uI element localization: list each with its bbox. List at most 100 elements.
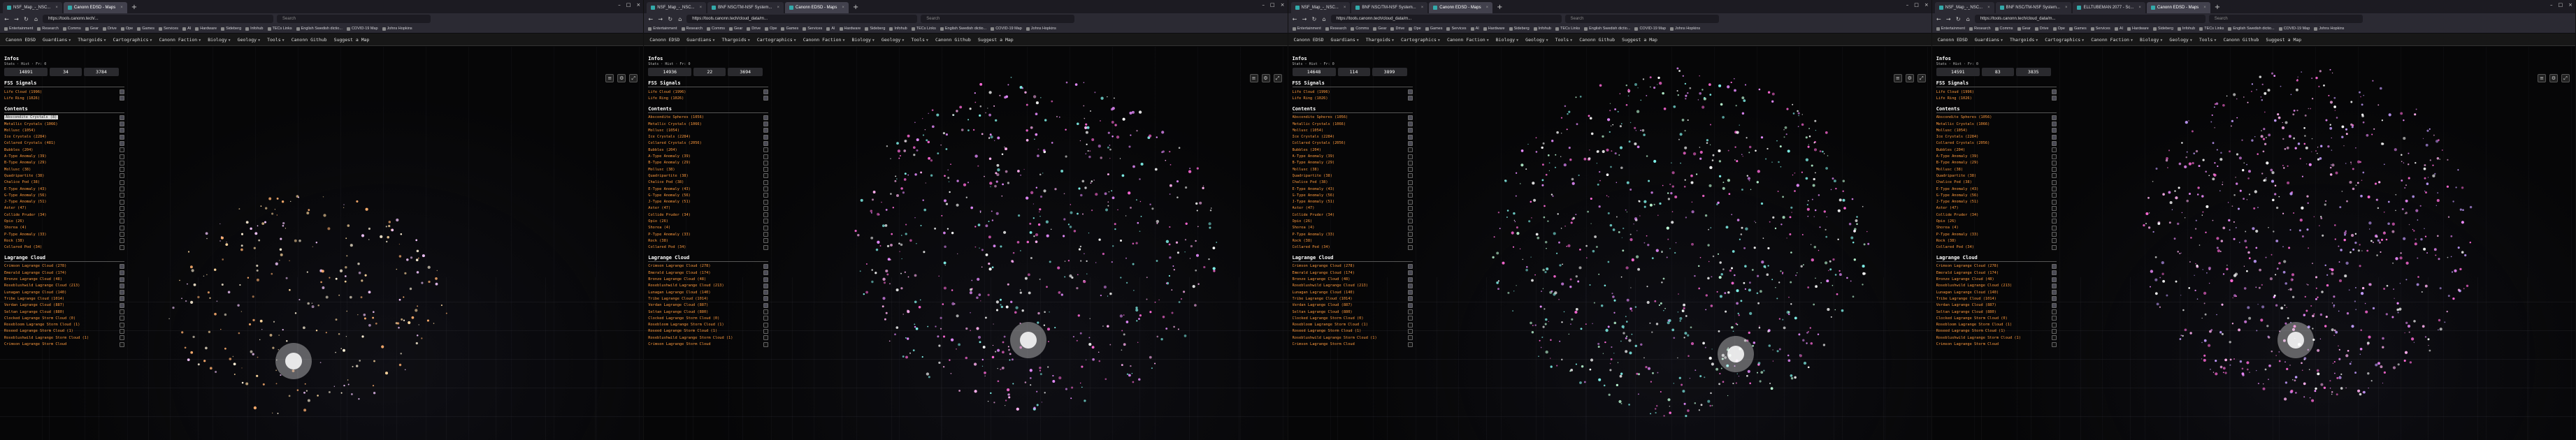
contents-row[interactable]: Chalice Pod (38) <box>1293 179 1413 186</box>
contents-checkbox[interactable] <box>2051 225 2057 230</box>
lagrange-row[interactable]: Lunagan Lagrange Cloud (140) <box>1936 289 2057 295</box>
contents-checkbox[interactable] <box>2051 128 2057 133</box>
contents-row[interactable]: Ice Crystals (2284) <box>4 133 124 140</box>
contents-row[interactable]: J-Type Anomaly (51) <box>1293 198 1413 205</box>
contents-row[interactable]: P-Type Anomaly (33) <box>4 231 124 237</box>
app-nav-item[interactable]: Guardians ▼ <box>1975 37 2003 43</box>
contents-checkbox[interactable] <box>120 238 124 244</box>
contents-checkbox[interactable] <box>2051 193 2057 198</box>
contents-row[interactable]: E-Type Anomaly (43) <box>1293 186 1413 192</box>
contents-checkbox[interactable] <box>763 225 769 230</box>
app-nav-item[interactable]: Canonn Faction ▼ <box>1447 37 1489 43</box>
bookmark-item[interactable]: COVID-19 Map <box>991 27 1022 31</box>
contents-checkbox[interactable] <box>1407 244 1413 250</box>
contents-checkbox[interactable] <box>1407 115 1413 120</box>
lagrange-row[interactable]: Roseblushwild Lagrange Cloud (213) <box>4 283 124 289</box>
lagrange-row[interactable]: Clocked Lagrange Storm Cloud (0) <box>1293 315 1413 321</box>
lagrange-checkbox[interactable] <box>763 270 769 276</box>
lagrange-checkbox[interactable] <box>1407 316 1413 321</box>
app-nav-item[interactable]: Biology ▼ <box>2140 37 2162 43</box>
bookmark-item[interactable]: Drive <box>102 27 117 31</box>
close-icon[interactable]: × <box>1486 2 1489 13</box>
app-nav-item[interactable]: Canonn EDSD <box>1294 37 1324 43</box>
contents-row[interactable]: Mollusc (1054) <box>1936 127 2057 133</box>
contents-checkbox[interactable] <box>1407 212 1413 218</box>
bookmark-item[interactable]: TECs Links <box>1555 27 1580 31</box>
app-nav-item[interactable]: Thargoids ▼ <box>722 37 750 43</box>
lagrange-checkbox[interactable] <box>2051 322 2057 328</box>
contents-checkbox[interactable] <box>120 154 124 159</box>
bookmark-item[interactable]: Research <box>1969 27 1991 31</box>
contents-row[interactable]: Metallic Crystals (1066) <box>648 121 769 127</box>
app-nav-item[interactable]: Biology ▼ <box>208 37 230 43</box>
bookmark-item[interactable]: Research <box>681 27 703 31</box>
app-nav-item[interactable]: Thargoids ▼ <box>2010 37 2038 43</box>
contents-row[interactable]: Abscondite Spheres (1056) <box>648 115 769 121</box>
contents-row[interactable]: Shorea (4) <box>4 225 124 231</box>
fss-checkbox[interactable] <box>120 89 124 95</box>
contents-row[interactable]: Ice Crystals (2284) <box>648 133 769 140</box>
browser-tab[interactable]: Canonn EDSD - Maps × <box>63 2 127 13</box>
bookmark-item[interactable]: Drive <box>1390 27 1404 31</box>
contents-row[interactable]: Abscondite Crystals (8) <box>4 115 124 121</box>
search-input[interactable]: Search <box>1564 15 1719 23</box>
browser-tab[interactable]: NSF_Map_-_NSC... × <box>647 2 707 13</box>
contents-row[interactable]: B-Type Anomaly (29) <box>1293 160 1413 166</box>
lagrange-row[interactable]: Crimson Lagrange Storm Cloud <box>1936 341 2057 347</box>
contents-row[interactable]: A-Type Anomaly (39) <box>4 153 124 159</box>
contents-checkbox[interactable] <box>763 134 769 140</box>
contents-row[interactable]: Abscondite Spheres (1056) <box>1936 115 2057 121</box>
lagrange-checkbox[interactable] <box>2051 316 2057 321</box>
settings-icon[interactable]: ⚙ <box>1261 74 1270 82</box>
close-window-icon[interactable]: × <box>636 2 640 8</box>
fullscreen-icon[interactable]: ⤢ <box>1273 74 1282 82</box>
contents-checkbox[interactable] <box>2051 140 2057 146</box>
contents-row[interactable]: G-Type Anomaly (56) <box>4 192 124 198</box>
reload-icon[interactable]: ↻ <box>1955 16 1962 22</box>
contents-checkbox[interactable] <box>763 244 769 250</box>
fss-checkbox[interactable] <box>1407 96 1413 101</box>
bookmark-item[interactable]: Hardware <box>195 27 217 31</box>
contents-checkbox[interactable] <box>1407 128 1413 133</box>
reload-icon[interactable]: ↻ <box>1311 16 1318 22</box>
contents-checkbox[interactable] <box>763 160 769 166</box>
contents-checkbox[interactable] <box>763 128 769 133</box>
close-icon[interactable]: × <box>1421 2 1424 13</box>
fss-row[interactable]: Life Ring (1026) <box>1293 95 1413 101</box>
contents-row[interactable]: Chalice Pod (38) <box>648 179 769 186</box>
bookmark-item[interactable]: Sideberg <box>221 27 241 31</box>
app-nav-item[interactable]: Tools ▼ <box>267 37 285 43</box>
contents-row[interactable]: Rock (38) <box>648 237 769 244</box>
lagrange-row[interactable]: Roseblushwild Lagrange Cloud (213) <box>648 283 769 289</box>
app-nav-item[interactable]: Guardians ▼ <box>686 37 714 43</box>
bookmark-item[interactable]: Hardware <box>2127 27 2149 31</box>
app-nav-item[interactable]: Canonn Github <box>2223 37 2259 43</box>
lagrange-row[interactable]: Roseed Lagrange Storm Cloud (1) <box>1936 328 2057 335</box>
lagrange-row[interactable]: Roseed Lagrange Storm Cloud (1) <box>1293 328 1413 335</box>
app-nav-item[interactable]: Suggest a Map <box>978 37 1014 43</box>
bookmark-item[interactable]: Comms <box>707 27 725 31</box>
lagrange-checkbox[interactable] <box>2051 277 2057 282</box>
app-nav-item[interactable]: Canonn Faction ▼ <box>803 37 845 43</box>
lagrange-checkbox[interactable] <box>120 309 124 315</box>
contents-checkbox[interactable] <box>2051 212 2057 218</box>
bookmark-item[interactable]: Games <box>781 27 798 31</box>
contents-row[interactable]: B-Type Anomaly (29) <box>1936 160 2057 166</box>
contents-checkbox[interactable] <box>2051 160 2057 166</box>
lagrange-checkbox[interactable] <box>120 342 124 347</box>
lagrange-row[interactable]: Emerald Lagrange Cloud (174) <box>1936 270 2057 276</box>
lagrange-checkbox[interactable] <box>763 322 769 328</box>
contents-row[interactable]: Mollusc (38) <box>648 166 769 173</box>
lagrange-row[interactable]: Clocked Lagrange Storm Cloud (0) <box>1936 315 2057 321</box>
contents-checkbox[interactable] <box>120 140 124 146</box>
bookmark-item[interactable]: Ope <box>1409 27 1421 31</box>
contents-row[interactable]: Quadripartite (38) <box>1936 173 2057 179</box>
lagrange-row[interactable]: Tribe Lagrange Cloud (1014) <box>1293 295 1413 302</box>
contents-checkbox[interactable] <box>763 205 769 211</box>
app-nav-item[interactable]: Geology ▼ <box>238 37 260 43</box>
contents-checkbox[interactable] <box>120 122 124 127</box>
close-icon[interactable]: × <box>1344 2 1346 13</box>
back-arrow-icon[interactable]: ← <box>3 16 10 22</box>
contents-checkbox[interactable] <box>1407 147 1413 153</box>
lagrange-row[interactable]: Rosebloom Lagrange Storm Cloud (1) <box>1936 322 2057 328</box>
